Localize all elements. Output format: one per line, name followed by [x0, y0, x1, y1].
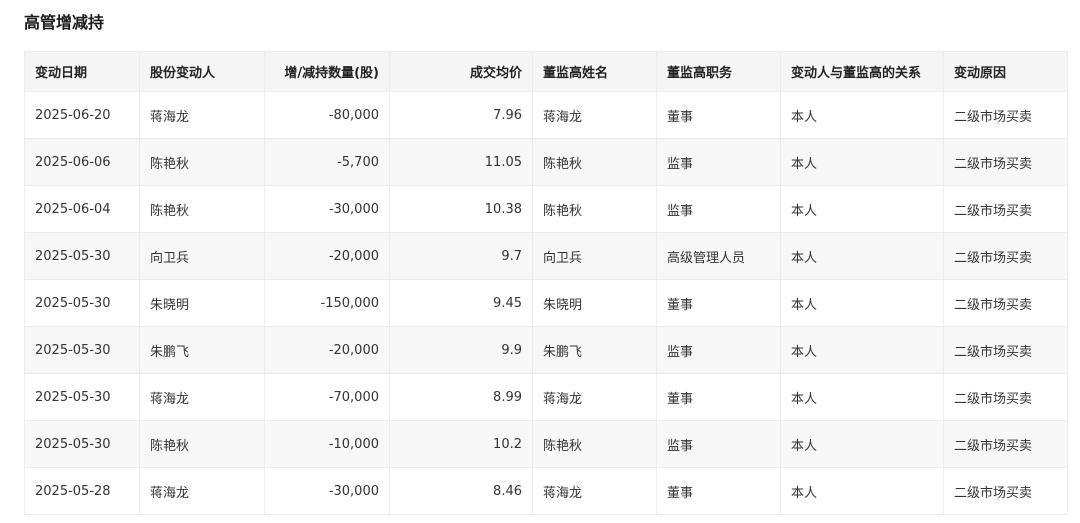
insider-trading-table: 变动日期 股份变动人 增/减持数量(股) 成交均价 董监高姓名 董监高职务 变动… [24, 51, 1068, 515]
quantity-cell: -30,000 [264, 467, 390, 515]
executive-name-cell: 陈艳秋 [532, 420, 657, 468]
holder-cell: 朱鹏飞 [139, 326, 265, 374]
column-header-avg-price[interactable]: 成交均价 [389, 51, 533, 92]
holder-cell: 陈艳秋 [139, 185, 265, 233]
executive-name-cell: 蒋海龙 [532, 373, 657, 421]
column-header-holder[interactable]: 股份变动人 [139, 51, 265, 92]
quantity-cell: -5,700 [264, 138, 390, 186]
column-header-executive-title[interactable]: 董监高职务 [656, 51, 781, 92]
relationship-cell: 本人 [780, 279, 944, 327]
quantity-cell: -20,000 [264, 326, 390, 374]
table-row: 2025-05-28 蒋海龙 -30,000 8.46 蒋海龙 董事 本人 二级市场买卖 [24, 467, 1068, 515]
executive-name-cell: 朱鹏飞 [532, 326, 657, 374]
holder-cell: 陈艳秋 [139, 138, 265, 186]
holder-cell: 蒋海龙 [139, 91, 265, 139]
quantity-cell: -80,000 [264, 91, 390, 139]
reason-cell: 二级市场买卖 [943, 373, 1068, 421]
executive-title-cell: 监事 [656, 185, 781, 233]
executive-name-cell: 蒋海龙 [532, 467, 657, 515]
avg-price-cell: 9.45 [389, 279, 533, 327]
date-cell: 2025-06-06 [24, 138, 140, 186]
column-header-relationship[interactable]: 变动人与董监高的关系 [780, 51, 944, 92]
executive-name-cell: 向卫兵 [532, 232, 657, 280]
executive-title-cell: 董事 [656, 279, 781, 327]
executive-title-cell: 监事 [656, 138, 781, 186]
page: 高管增减持 变动日期 股份变动人 增/减持数量(股) 成交均价 董监高姓名 董监… [0, 0, 1080, 523]
holder-cell: 蒋海龙 [139, 467, 265, 515]
avg-price-cell: 10.2 [389, 420, 533, 468]
table-body: 2025-06-20 蒋海龙 -80,000 7.96 蒋海龙 董事 本人 二级市场买卖 202… [24, 91, 1068, 515]
date-cell: 2025-06-04 [24, 185, 140, 233]
avg-price-cell: 7.96 [389, 91, 533, 139]
avg-price-cell: 9.7 [389, 232, 533, 280]
executive-title-cell: 监事 [656, 326, 781, 374]
date-cell: 2025-05-30 [24, 373, 140, 421]
reason-cell: 二级市场买卖 [943, 420, 1068, 468]
date-cell: 2025-06-20 [24, 91, 140, 139]
holder-cell: 向卫兵 [139, 232, 265, 280]
executive-title-cell: 监事 [656, 420, 781, 468]
holder-cell: 陈艳秋 [139, 420, 265, 468]
date-cell: 2025-05-30 [24, 279, 140, 327]
relationship-cell: 本人 [780, 373, 944, 421]
column-header-date[interactable]: 变动日期 [24, 51, 140, 92]
table-row: 2025-06-04 陈艳秋 -30,000 10.38 陈艳秋 监事 本人 二级市场买卖 [24, 185, 1068, 233]
date-cell: 2025-05-30 [24, 232, 140, 280]
relationship-cell: 本人 [780, 420, 944, 468]
reason-cell: 二级市场买卖 [943, 232, 1068, 280]
date-cell: 2025-05-30 [24, 420, 140, 468]
table-row: 2025-05-30 蒋海龙 -70,000 8.99 蒋海龙 董事 本人 二级市场买卖 [24, 373, 1068, 421]
avg-price-cell: 10.38 [389, 185, 533, 233]
quantity-cell: -20,000 [264, 232, 390, 280]
table-row: 2025-05-30 朱晓明 -150,000 9.45 朱晓明 董事 本人 二级市场买卖 [24, 279, 1068, 327]
reason-cell: 二级市场买卖 [943, 185, 1068, 233]
avg-price-cell: 8.46 [389, 467, 533, 515]
reason-cell: 二级市场买卖 [943, 279, 1068, 327]
reason-cell: 二级市场买卖 [943, 326, 1068, 374]
executive-name-cell: 陈艳秋 [532, 185, 657, 233]
reason-cell: 二级市场买卖 [943, 138, 1068, 186]
quantity-cell: -30,000 [264, 185, 390, 233]
column-header-quantity[interactable]: 增/减持数量(股) [264, 51, 390, 92]
executive-title-cell: 高级管理人员 [656, 232, 781, 280]
table-row: 2025-06-06 陈艳秋 -5,700 11.05 陈艳秋 监事 本人 二级市场买卖 [24, 138, 1068, 186]
executive-name-cell: 蒋海龙 [532, 91, 657, 139]
avg-price-cell: 11.05 [389, 138, 533, 186]
holder-cell: 朱晓明 [139, 279, 265, 327]
executive-name-cell: 陈艳秋 [532, 138, 657, 186]
quantity-cell: -70,000 [264, 373, 390, 421]
table-row: 2025-05-30 陈艳秋 -10,000 10.2 陈艳秋 监事 本人 二级市场买卖 [24, 420, 1068, 468]
relationship-cell: 本人 [780, 185, 944, 233]
column-header-executive-name[interactable]: 董监高姓名 [532, 51, 657, 92]
relationship-cell: 本人 [780, 467, 944, 515]
executive-title-cell: 董事 [656, 467, 781, 515]
quantity-cell: -10,000 [264, 420, 390, 468]
reason-cell: 二级市场买卖 [943, 467, 1068, 515]
table-header-row: 变动日期 股份变动人 增/减持数量(股) 成交均价 董监高姓名 董监高职务 变动… [24, 51, 1068, 92]
table-row: 2025-05-30 朱鹏飞 -20,000 9.9 朱鹏飞 监事 本人 二级市场买卖 [24, 326, 1068, 374]
relationship-cell: 本人 [780, 326, 944, 374]
executive-title-cell: 董事 [656, 373, 781, 421]
section-title: 高管增减持 [24, 13, 105, 32]
date-cell: 2025-05-28 [24, 467, 140, 515]
executive-title-cell: 董事 [656, 91, 781, 139]
table-row: 2025-05-30 向卫兵 -20,000 9.7 向卫兵 高级管理人员 本人 二级市场买卖 [24, 232, 1068, 280]
holder-cell: 蒋海龙 [139, 373, 265, 421]
avg-price-cell: 9.9 [389, 326, 533, 374]
quantity-cell: -150,000 [264, 279, 390, 327]
column-header-reason[interactable]: 变动原因 [943, 51, 1068, 92]
relationship-cell: 本人 [780, 232, 944, 280]
relationship-cell: 本人 [780, 138, 944, 186]
reason-cell: 二级市场买卖 [943, 91, 1068, 139]
relationship-cell: 本人 [780, 91, 944, 139]
avg-price-cell: 8.99 [389, 373, 533, 421]
executive-name-cell: 朱晓明 [532, 279, 657, 327]
date-cell: 2025-05-30 [24, 326, 140, 374]
table-row: 2025-06-20 蒋海龙 -80,000 7.96 蒋海龙 董事 本人 二级市场买卖 [24, 91, 1068, 139]
